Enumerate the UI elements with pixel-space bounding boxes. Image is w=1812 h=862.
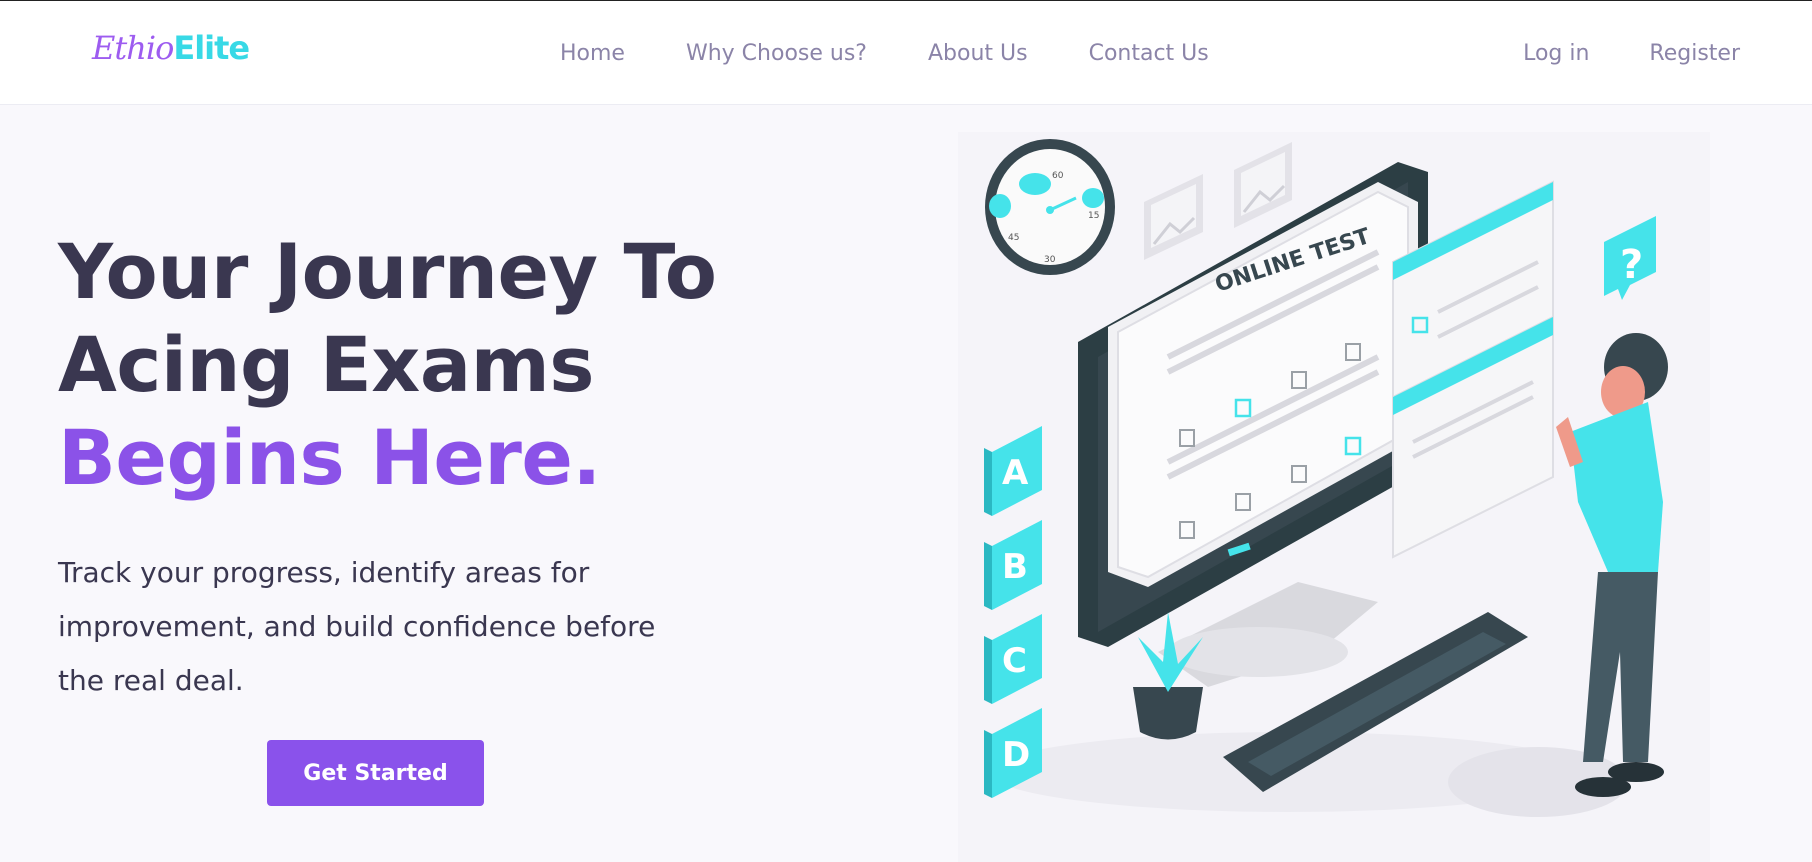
- nav-why-choose-us-link[interactable]: Why Choose us?: [686, 41, 867, 66]
- hero-heading-line1: Your Journey To: [58, 227, 717, 316]
- brand-logo-part1: Ethio: [92, 29, 174, 67]
- stopwatch-tick-15: 15: [1088, 211, 1099, 221]
- brand-logo-part2: Elite: [173, 29, 250, 67]
- get-started-button[interactable]: Get Started: [267, 740, 484, 806]
- stopwatch-tick-45: 45: [1008, 233, 1019, 243]
- picture-frame-icon: [1144, 174, 1203, 260]
- hero-heading: Your Journey To Acing Exams Begins Here.: [58, 225, 778, 504]
- picture-frame-icon: [1234, 142, 1292, 228]
- stopwatch-tick-30: 30: [1044, 255, 1056, 265]
- answer-block-a-label: A: [1002, 453, 1029, 493]
- nav-contact-us-link[interactable]: Contact Us: [1089, 41, 1209, 66]
- navbar: Ethio Elite Home Why Choose us? About Us …: [0, 1, 1812, 105]
- nav-about-us-link[interactable]: About Us: [928, 41, 1028, 66]
- question-bubble-mark: ?: [1620, 242, 1643, 288]
- login-link[interactable]: Log in: [1523, 41, 1589, 66]
- nav-home-link[interactable]: Home: [560, 41, 625, 66]
- hero-heading-accent: Begins Here.: [58, 413, 601, 502]
- stopwatch-icon: 60 15 30 45: [985, 139, 1115, 275]
- question-bubble-icon: ?: [1604, 216, 1656, 300]
- brand-logo[interactable]: Ethio Elite: [92, 29, 250, 75]
- hero-heading-line2: Acing Exams: [58, 320, 595, 409]
- hero-illustration: 60 15 30 45 ONLINE TEST A B C D ?: [958, 132, 1710, 862]
- answer-block-c: C: [984, 614, 1042, 704]
- answer-block-b-label: B: [1002, 547, 1028, 587]
- answer-block-d-label: D: [1002, 735, 1030, 775]
- answer-block-b: B: [984, 520, 1042, 610]
- stopwatch-tick-60: 60: [1052, 171, 1064, 181]
- online-test-illustration: 60 15 30 45 ONLINE TEST A B C D ?: [984, 139, 1668, 817]
- main-nav: Home Why Choose us? About Us Contact Us: [560, 1, 1270, 105]
- register-link[interactable]: Register: [1649, 41, 1740, 66]
- answer-block-c-label: C: [1002, 641, 1027, 681]
- auth-nav: Log in Register: [1463, 1, 1740, 105]
- hero-section: Your Journey To Acing Exams Begins Here.…: [58, 225, 778, 708]
- answer-block-a: A: [984, 426, 1042, 516]
- hero-description: Track your progress, identify areas for …: [58, 556, 656, 697]
- person-figure: [1556, 333, 1668, 797]
